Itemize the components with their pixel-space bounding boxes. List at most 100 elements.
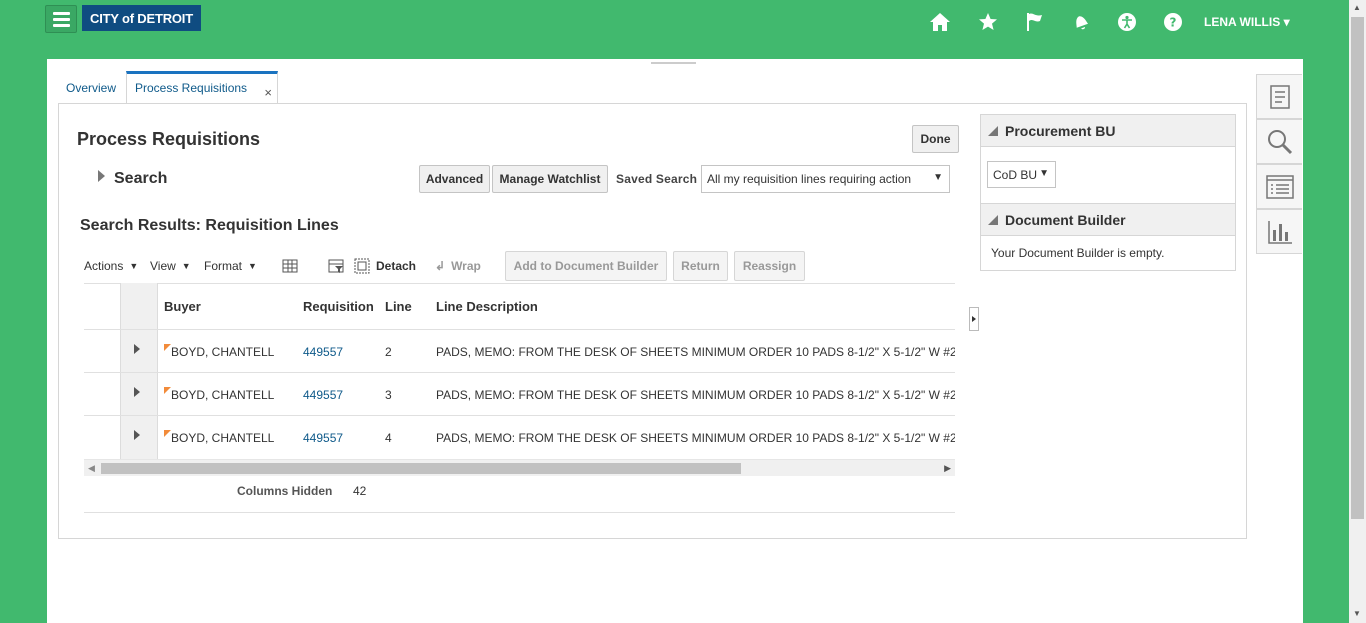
results-table: Buyer Requisition Line Line Description … (84, 283, 955, 513)
chevron-down-icon: ▼ (248, 261, 257, 271)
document-builder-header[interactable]: Document Builder (981, 204, 1235, 236)
scroll-left-icon[interactable]: ◀ (88, 463, 95, 474)
wrap-button[interactable]: ↲ Wrap (435, 251, 481, 281)
filter-icon[interactable] (328, 251, 344, 281)
reassign-button[interactable]: Reassign (734, 251, 805, 281)
pane-collapse-handle[interactable] (969, 307, 979, 331)
description-cell: PADS, MEMO: FROM THE DESK OF SHEETS MINI… (436, 388, 955, 402)
advanced-button[interactable]: Advanced (419, 165, 490, 193)
procurement-bu-value: CoD BU (993, 168, 1038, 182)
dropdown-arrow-icon: ▼ (933, 172, 943, 183)
expand-row-icon[interactable] (134, 344, 140, 354)
detach-label: Detach (376, 259, 417, 273)
col-header-line-description[interactable]: Line Description (436, 299, 538, 314)
chevron-down-icon: ▾ (1283, 15, 1290, 29)
accessibility-icon[interactable] (1115, 10, 1139, 34)
tab-label: Process Requisitions (135, 81, 248, 95)
requisition-link[interactable]: 449557 (303, 345, 343, 359)
table-row[interactable]: BOYD, CHANTELL 449557 4 PADS, MEMO: FROM… (84, 416, 955, 459)
format-label: Format (204, 259, 243, 273)
format-menu[interactable]: Format ▼ (204, 251, 257, 281)
reports-icon[interactable] (1256, 209, 1302, 254)
document-builder-pane: Document Builder Your Document Builder i… (980, 203, 1236, 271)
horizontal-scrollbar[interactable]: ◀ ▶ (84, 459, 955, 476)
view-label: View (150, 259, 176, 273)
results-title: Search Results: Requisition Lines (80, 217, 339, 234)
wrap-label: Wrap (451, 259, 481, 273)
view-menu[interactable]: View ▼ (150, 251, 191, 281)
columns-hidden-count: 42 (353, 484, 367, 498)
actions-menu[interactable]: Actions ▼ (84, 251, 138, 281)
page-title: Process Requisitions (77, 129, 261, 149)
tab-process-requisitions[interactable]: Process Requisitions × (126, 71, 278, 104)
col-header-buyer[interactable]: Buyer (164, 299, 201, 314)
wrap-icon: ↲ (435, 259, 446, 273)
scroll-right-icon[interactable]: ▶ (944, 463, 951, 474)
help-icon[interactable]: ? (1161, 10, 1185, 34)
tab-overview[interactable]: Overview (58, 71, 124, 104)
actions-label: Actions (84, 259, 124, 273)
line-cell: 4 (385, 431, 392, 445)
table-row[interactable]: BOYD, CHANTELL 449557 3 PADS, MEMO: FROM… (84, 373, 955, 416)
scroll-thumb[interactable] (101, 463, 741, 474)
menu-button[interactable] (45, 5, 77, 33)
scroll-up-icon[interactable]: ▲ (1353, 3, 1361, 12)
tasks-icon[interactable] (1256, 74, 1302, 119)
flag-icon[interactable] (1023, 10, 1047, 34)
requisition-link[interactable]: 449557 (303, 431, 343, 445)
main-panel: Overview Process Requisitions × Process … (47, 59, 1303, 623)
procurement-bu-select[interactable]: CoD BU ▼ (987, 161, 1056, 188)
line-cell: 3 (385, 388, 392, 402)
scroll-down-icon[interactable]: ▼ (1353, 609, 1361, 618)
detach-button[interactable]: Detach (354, 251, 416, 281)
chevron-down-icon: ▼ (129, 261, 139, 271)
bell-icon[interactable] (1069, 10, 1093, 34)
content-region: Process Requisitions Done Search Advance… (58, 103, 1247, 539)
table-row[interactable]: BOYD, CHANTELL 449557 2 PADS, MEMO: FROM… (84, 330, 955, 373)
page-scrollbar[interactable]: ▲ ▼ (1349, 0, 1366, 623)
document-builder-empty-text: Your Document Builder is empty. (991, 246, 1165, 260)
search-toggle[interactable]: Search (98, 170, 167, 188)
buyer-cell: BOYD, CHANTELL (171, 345, 275, 359)
expand-icon (98, 170, 105, 182)
buyer-cell: BOYD, CHANTELL (171, 388, 275, 402)
saved-search-value: All my requisition lines requiring actio… (707, 172, 912, 186)
flag-icon (164, 430, 171, 437)
flag-icon (164, 344, 171, 351)
divider (84, 512, 955, 513)
chevron-down-icon: ▼ (181, 261, 191, 271)
saved-search-label: Saved Search (616, 172, 698, 186)
procurement-bu-pane: Procurement BU CoD BU ▼ (980, 114, 1236, 204)
svg-text:?: ? (1170, 16, 1177, 30)
close-icon[interactable]: × (264, 85, 272, 100)
columns-hidden-label: Columns Hidden (237, 484, 333, 498)
scroll-thumb[interactable] (1351, 17, 1364, 519)
return-button[interactable]: Return (673, 251, 728, 281)
done-button[interactable]: Done (912, 125, 959, 153)
description-cell: PADS, MEMO: FROM THE DESK OF SHEETS MINI… (436, 345, 955, 359)
add-to-document-builder-button[interactable]: Add to Document Builder (505, 251, 667, 281)
description-cell: PADS, MEMO: FROM THE DESK OF SHEETS MINI… (436, 431, 955, 445)
col-header-requisition[interactable]: Requisition (303, 299, 374, 314)
detach-icon (354, 258, 370, 274)
col-header-line[interactable]: Line (385, 299, 412, 314)
star-icon[interactable] (976, 10, 1000, 34)
expand-row-icon[interactable] (134, 387, 140, 397)
search-label: Search (114, 170, 168, 187)
manage-watchlist-button[interactable]: Manage Watchlist (492, 165, 608, 193)
home-icon[interactable] (928, 10, 952, 34)
panel-grip[interactable] (651, 62, 696, 64)
list-icon[interactable] (1256, 164, 1302, 209)
requisition-link[interactable]: 449557 (303, 388, 343, 402)
expand-row-icon[interactable] (134, 430, 140, 440)
saved-search-select[interactable]: All my requisition lines requiring actio… (701, 165, 950, 193)
procurement-bu-header[interactable]: Procurement BU (981, 115, 1235, 147)
freeze-icon[interactable] (282, 251, 298, 281)
flag-icon (164, 387, 171, 394)
search-icon[interactable] (1256, 119, 1302, 164)
user-menu[interactable]: LENA WILLIS ▾ (1204, 15, 1290, 29)
dropdown-arrow-icon: ▼ (1039, 168, 1049, 179)
line-cell: 2 (385, 345, 392, 359)
buyer-cell: BOYD, CHANTELL (171, 431, 275, 445)
city-logo[interactable]: CITY of DETROIT (82, 5, 201, 31)
